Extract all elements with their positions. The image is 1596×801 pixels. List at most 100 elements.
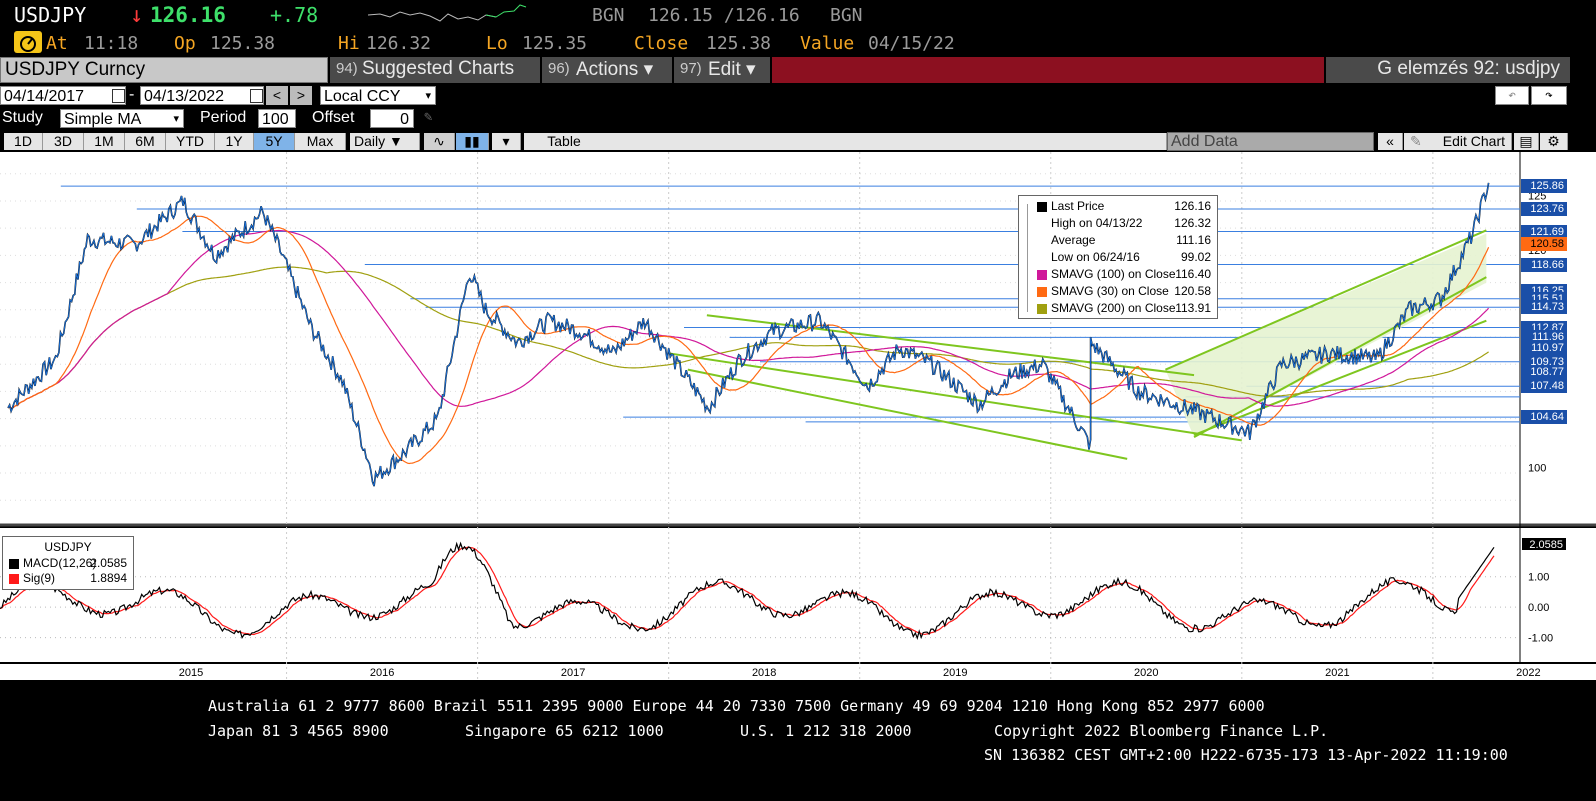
- date-from-field[interactable]: 04/14/2017: [0, 86, 126, 105]
- timeframe-6m[interactable]: 6M: [125, 133, 166, 150]
- price-tag: 107.48: [1521, 379, 1567, 394]
- add-data-field[interactable]: Add Data: [1167, 132, 1374, 151]
- legend-label: SMAVG (100) on Close: [1051, 267, 1176, 281]
- x-tick-label: 2021: [1325, 667, 1349, 679]
- down-arrow-icon: ↓: [130, 3, 144, 28]
- timeframe-max[interactable]: Max: [295, 133, 346, 150]
- price-chart[interactable]: 2015 2016 2017 2018 2019 2020 2021 202212512010…: [0, 152, 1596, 680]
- sparkline: [368, 4, 527, 22]
- period-field[interactable]: 100: [258, 109, 296, 128]
- legend-label: Last Price: [1051, 199, 1105, 213]
- timeframe-1m[interactable]: 1M: [84, 133, 125, 150]
- next-period-button[interactable]: >: [290, 86, 312, 105]
- x-tick-label: 2017: [561, 667, 585, 679]
- timeframe-1d[interactable]: 1D: [4, 133, 43, 150]
- macd-legend-row: MACD(12,26) 2.0585: [3, 556, 133, 571]
- pencil-icon[interactable]: ✎: [424, 109, 446, 128]
- high-label: Hi: [338, 33, 360, 54]
- price-tag: 118.66: [1521, 257, 1567, 272]
- x-tick-label: 2020: [1134, 667, 1158, 679]
- legend-label: High on 04/13/22: [1051, 216, 1143, 230]
- toolbar-spacer: [604, 133, 1167, 150]
- net-change: +.78: [270, 3, 319, 27]
- legend-row: SMAVG (100) on Close 116.40: [1019, 267, 1217, 282]
- collapse-icon[interactable]: «: [1378, 133, 1403, 150]
- x-axis-panel: [0, 664, 1596, 680]
- low-label: Lo: [486, 33, 508, 54]
- study-label: Study: [2, 109, 43, 126]
- legend-row: SMAVG (200) on Close 113.91: [1019, 301, 1217, 316]
- legend-swatch: [1037, 303, 1047, 314]
- high-value: 126.32: [366, 33, 432, 54]
- macd-tick-label: 1.00: [1528, 572, 1549, 584]
- at-time: 11:18: [84, 33, 139, 54]
- legend-value: 99.02: [1180, 250, 1211, 264]
- price-tag: 125.86: [1521, 179, 1567, 194]
- calendar-icon[interactable]: [250, 89, 263, 103]
- price-tag: 123.76: [1521, 202, 1567, 217]
- calendar-icon[interactable]: [112, 89, 125, 103]
- legend-swatch: [1037, 269, 1047, 280]
- price-tag: 120.58: [1521, 236, 1567, 251]
- price-tag: 104.64: [1521, 410, 1567, 425]
- prev-period-button[interactable]: <: [266, 86, 288, 105]
- legend-row: Last Price 126.16: [1019, 199, 1217, 214]
- undo-icon[interactable]: ↶: [1495, 86, 1529, 105]
- source-left: BGN: [592, 5, 625, 26]
- legend-swatch: [1037, 286, 1047, 297]
- line-chart-icon[interactable]: ∿: [424, 133, 455, 150]
- gauge-icon[interactable]: [14, 31, 42, 53]
- edit-chart-button[interactable]: ✎ Edit Chart: [1404, 133, 1512, 150]
- timeframe-1y[interactable]: 1Y: [215, 133, 254, 150]
- legend-value: 111.16: [1176, 233, 1211, 247]
- footer-phones: Australia 61 2 9777 8600 Brazil 5511 239…: [208, 697, 1265, 715]
- period-label: Period: [200, 109, 247, 126]
- open-label: Op: [174, 33, 196, 54]
- source-right: BGN: [830, 5, 863, 26]
- timeframe-5y[interactable]: 5Y: [254, 133, 295, 150]
- redo-icon[interactable]: ↷: [1531, 86, 1567, 105]
- frequency-select[interactable]: Daily ▼: [350, 133, 420, 150]
- gear-icon[interactable]: ⚙: [1540, 133, 1568, 150]
- chart-type-dropdown-icon[interactable]: ▾: [492, 133, 521, 150]
- low-value: 125.35: [522, 33, 588, 54]
- chart-settings-icon[interactable]: ▤: [1514, 133, 1539, 150]
- currency-select[interactable]: Local CCY ▾: [320, 86, 436, 105]
- legend-swatch: [1037, 201, 1047, 212]
- edit-menu[interactable]: 97) Edit ▾: [674, 57, 770, 83]
- timeframe-3d[interactable]: 3D: [43, 133, 84, 150]
- table-button[interactable]: Table: [524, 133, 605, 150]
- bid-ask: 126.15 /126.16: [648, 5, 800, 26]
- date-to-field[interactable]: 04/13/2022: [140, 86, 264, 105]
- legend-value: 116.40: [1175, 267, 1211, 281]
- macd-legend-title: USDJPY: [44, 540, 92, 554]
- legend-value: 126.16: [1174, 199, 1211, 213]
- footer-singapore: Singapore 65 6212 1000: [465, 722, 664, 740]
- last-price: 126.16: [150, 3, 226, 27]
- open-value: 125.38: [210, 33, 276, 54]
- legend-label: SMAVG (200) on Close: [1051, 301, 1176, 315]
- date-separator: -: [129, 86, 135, 103]
- legend-row: High on 04/13/22 126.32: [1019, 216, 1217, 231]
- offset-field[interactable]: 0: [370, 109, 414, 128]
- at-label: At: [46, 33, 68, 54]
- analysis-title-box: G elemzés 92: usdjpy: [1326, 57, 1570, 83]
- legend-row: Average 111.16: [1019, 233, 1217, 248]
- actions-menu[interactable]: 96) Actions ▾: [542, 57, 672, 83]
- footer-copyright: Copyright 2022 Bloomberg Finance L.P.: [994, 722, 1329, 740]
- legend-label: Low on 06/24/16: [1051, 250, 1140, 264]
- close-label: Close: [634, 33, 689, 54]
- bar-chart-icon[interactable]: ▮▮: [456, 133, 489, 150]
- title-band: [772, 57, 1324, 83]
- price-tag: 114.73: [1521, 300, 1567, 315]
- macd-tick-label: 0.00: [1528, 602, 1549, 614]
- study-select[interactable]: Simple MA ▾: [60, 109, 184, 128]
- macd-value-tag: 2.0585: [1521, 537, 1567, 552]
- y-tick-label: 100: [1528, 463, 1546, 475]
- legend-value: 126.32: [1174, 216, 1211, 230]
- macd-legend-row: Sig(9) 1.8894: [3, 571, 133, 586]
- legend-row: SMAVG (30) on Close 120.58: [1019, 284, 1217, 299]
- suggested-charts-button[interactable]: 94) Suggested Charts: [330, 57, 540, 83]
- security-field[interactable]: USDJPY Curncy: [0, 57, 328, 83]
- timeframe-ytd[interactable]: YTD: [166, 133, 215, 150]
